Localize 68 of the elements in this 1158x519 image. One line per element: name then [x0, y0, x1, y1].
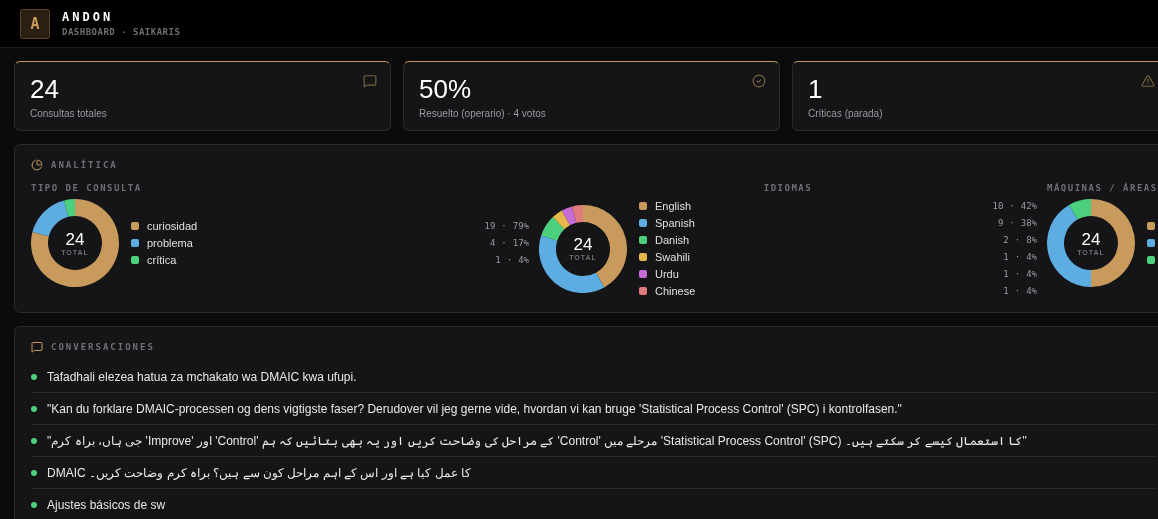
check-circle-icon — [752, 74, 766, 88]
stat-label: Consultas totales — [30, 108, 107, 119]
separator: · — [1014, 286, 1021, 296]
legend-count: 4 — [489, 238, 496, 248]
message-icon — [31, 341, 43, 353]
total-value: 24 — [65, 230, 85, 249]
legend-percent: 4% — [1026, 269, 1037, 279]
breadcrumb: DASHBOARD · SAIKARIS — [62, 27, 181, 37]
message-icon — [363, 74, 377, 88]
legend-percent: 4% — [1026, 286, 1037, 296]
warning-icon — [1141, 74, 1155, 88]
stat-value: 50% — [419, 74, 472, 104]
legend-label: problema — [147, 237, 194, 249]
separator: · — [1014, 252, 1021, 262]
separator: · — [1009, 201, 1015, 211]
separator: · — [1014, 235, 1021, 245]
conversation-text: Tafadhali elezea hatua za mchakato wa DMAIC kwa ufupi. — [47, 369, 357, 384]
legend-count: 2 — [1003, 235, 1009, 245]
legend-percent: 42% — [1020, 201, 1037, 211]
panel-title: ANALÍTICA — [51, 160, 118, 170]
conversation-text: "جی ہاں، براہ کرم 'Improve' اور 'Control' کے مراحل کی وضاحت کریں اور یہ بھی بتائیں کہ ہم 'Control' مرحلے میں 'Statistical Process Control' (SPC) کا استعمال کیسے کر سکتے ہیں۔" — [47, 433, 1027, 448]
conversation-text: "Kan du forklare DMAIC-processen og dens vigtigste faser? Derudover vil jeg gerne vide, hvordan vi kan bruge 'Statistical Process Control' (SPC) i kontrolfasen." — [47, 401, 902, 416]
stat-value: 24 — [30, 74, 59, 104]
chart-title: IDIOMAS — [763, 183, 813, 193]
panel-title: CONVERSACIONES — [51, 342, 155, 352]
legend-label: English — [655, 200, 693, 212]
stat-value: 1 — [808, 74, 823, 104]
legend-label: Danish — [655, 234, 691, 246]
conversation-item[interactable]: DMAIC کا عمل کیا ہے اور اس کے اہم مراحل کون سے ہیں؟ براہ کرم وضاحت کریں۔ — [31, 457, 1157, 489]
stat-label: Resuelto (operario) · 4 votos — [419, 108, 546, 119]
conversation-item[interactable]: Tafadhali elezea hatua za mchakato wa DMAIC kwa ufupi. — [31, 361, 1157, 393]
legend-percent: 17% — [512, 238, 529, 248]
separator: · — [1014, 269, 1021, 279]
conversation-item[interactable]: "Kan du forklare DMAIC-processen og dens vigtigste faser? Derudover vil jeg gerne vide, hvordan vi kan bruge 'Statistical Process Control' (SPC) i kontrolfasen." — [31, 393, 1157, 425]
separator: · — [1009, 218, 1015, 228]
chart-title: TIPO DE CONSULTA — [31, 183, 142, 193]
legend-percent: 4% — [518, 255, 529, 265]
legend-count: 1 — [1003, 286, 1009, 296]
legend-count: 10 — [992, 201, 1004, 211]
legend-percent: 8% — [1026, 235, 1037, 245]
conversation-item[interactable]: Ajustes básicos de sw — [31, 489, 1157, 519]
separator: · — [501, 221, 507, 231]
conversation-item[interactable]: "جی ہاں، براہ کرم 'Improve' اور 'Control' کے مراحل کی وضاحت کریں اور یہ بھی بتائیں کہ ہم 'Control' مرحلے میں 'Statistical Process Control' (SPC) کا استعمال کیسے کر سکتے ہیں۔" — [31, 425, 1157, 457]
separator: · — [506, 255, 513, 265]
legend-label: Urdu — [655, 268, 680, 280]
stat-label: Críticas (parada) — [808, 108, 883, 119]
legend-count: 1 — [1003, 269, 1009, 279]
app-title: ANDON — [62, 10, 115, 24]
legend-label: Spanish — [655, 217, 696, 229]
app-logo: A — [20, 8, 50, 39]
legend-percent: 4% — [1026, 252, 1037, 262]
conversation-text: Ajustes básicos de sw — [47, 497, 166, 512]
chart-title: MÁQUINAS / ÁREAS — [1047, 183, 1158, 193]
legend-label: curiosidad — [147, 220, 199, 232]
legend-count: 19 — [484, 221, 496, 231]
legend-percent: 38% — [1020, 218, 1037, 228]
legend-percent: 79% — [512, 221, 529, 231]
pie-chart-icon — [31, 159, 43, 171]
legend-label: Swahili — [655, 251, 691, 263]
total-value: 24 — [1081, 230, 1101, 249]
conversation-text: DMAIC کا عمل کیا ہے اور اس کے اہم مراحل کون سے ہیں؟ براہ کرم وضاحت کریں۔ — [47, 465, 471, 480]
total-value: 24 — [573, 236, 593, 254]
legend-count: 1 — [1003, 252, 1009, 262]
legend-label: crítica — [147, 254, 178, 266]
legend-label: Chinese — [655, 285, 697, 297]
legend-count: 9 — [997, 218, 1004, 228]
separator: · — [501, 238, 507, 248]
legend-count: 1 — [495, 255, 501, 265]
